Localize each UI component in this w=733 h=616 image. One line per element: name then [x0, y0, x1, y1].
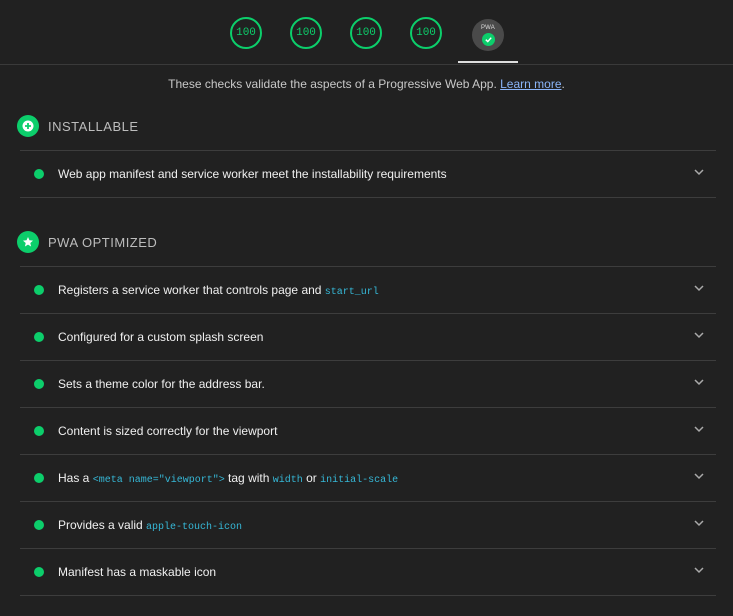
- chevron-down-icon: [694, 332, 704, 339]
- pass-indicator: [34, 285, 44, 295]
- audit-apple-touch-icon[interactable]: Provides a valid apple-touch-icon: [20, 501, 716, 548]
- pwa-badge-label: PWA: [480, 24, 496, 31]
- audit-viewport[interactable]: Has a <meta name="viewport"> tag with wi…: [20, 454, 716, 501]
- chevron-down-icon: [694, 169, 704, 176]
- audit-code: <meta name="viewport">: [92, 474, 225, 486]
- audit-title: Manifest has a maskable icon: [58, 565, 217, 579]
- audit-title: Content is sized correctly for the viewp…: [58, 424, 278, 438]
- audit-title: Registers a service worker that controls…: [58, 283, 379, 298]
- chevron-down-icon: [694, 379, 704, 386]
- pwa-badge[interactable]: PWA: [472, 19, 504, 51]
- category-description: These checks validate the aspects of a P…: [0, 77, 733, 91]
- description-text: These checks validate the aspects of a P…: [168, 77, 501, 91]
- chevron-down-icon: [694, 426, 704, 433]
- learn-more-link[interactable]: Learn more: [500, 77, 561, 91]
- audit-title: Provides a valid apple-touch-icon: [58, 518, 242, 533]
- best-practices-gauge[interactable]: 100: [350, 17, 382, 49]
- chevron-down-icon: [694, 567, 704, 574]
- plus-icon: [17, 115, 39, 137]
- audit-maskable-icon[interactable]: Manifest has a maskable icon: [20, 548, 716, 596]
- pass-indicator: [34, 169, 44, 179]
- audit-text: Provides a valid: [58, 517, 147, 532]
- installable-title: INSTALLABLE: [48, 118, 139, 134]
- audit-service-worker[interactable]: Registers a service worker that controls…: [20, 266, 716, 313]
- installable-audits: Web app manifest and service worker meet…: [20, 150, 716, 198]
- check-icon: [481, 32, 495, 46]
- description-period: .: [561, 77, 565, 91]
- audit-title: Web app manifest and service worker meet…: [58, 167, 447, 181]
- chevron-down-icon: [694, 473, 704, 480]
- audit-code: initial-scale: [320, 474, 399, 486]
- audit-title: Configured for a custom splash screen: [58, 330, 264, 344]
- pass-indicator: [34, 520, 44, 530]
- pwa-optimized-group-header: PWA OPTIMIZED: [17, 231, 157, 253]
- audit-installable-manifest[interactable]: Web app manifest and service worker meet…: [20, 150, 716, 198]
- category-gauges-bar: 100 100 100 100 PWA: [0, 0, 733, 65]
- installable-group-header: INSTALLABLE: [17, 115, 139, 137]
- audit-title: Has a <meta name="viewport"> tag with wi…: [58, 471, 398, 486]
- audit-code: start_url: [324, 286, 379, 298]
- audit-theme-color[interactable]: Sets a theme color for the address bar.: [20, 360, 716, 407]
- chevron-down-icon: [694, 520, 704, 527]
- active-tab-indicator: [458, 61, 518, 63]
- accessibility-gauge[interactable]: 100: [290, 17, 322, 49]
- pass-indicator: [34, 473, 44, 483]
- audit-text: Registers a service worker that controls…: [58, 282, 325, 297]
- audit-text: or: [302, 470, 321, 485]
- seo-gauge[interactable]: 100: [410, 17, 442, 49]
- audit-text: tag with: [224, 470, 273, 485]
- audit-text: Has a: [58, 470, 93, 485]
- pass-indicator: [34, 332, 44, 342]
- chevron-down-icon: [694, 285, 704, 292]
- audit-splash-screen[interactable]: Configured for a custom splash screen: [20, 313, 716, 360]
- pwa-optimized-audits: Registers a service worker that controls…: [20, 266, 716, 596]
- audit-code: width: [272, 474, 303, 486]
- performance-gauge[interactable]: 100: [230, 17, 262, 49]
- pass-indicator: [34, 379, 44, 389]
- audit-title: Sets a theme color for the address bar.: [58, 377, 265, 391]
- audit-code: apple-touch-icon: [146, 521, 243, 533]
- pwa-optimized-title: PWA OPTIMIZED: [48, 234, 158, 250]
- pass-indicator: [34, 567, 44, 577]
- gauges-row: 100 100 100 100: [230, 17, 442, 49]
- audit-content-width[interactable]: Content is sized correctly for the viewp…: [20, 407, 716, 454]
- star-icon: [17, 231, 39, 253]
- pass-indicator: [34, 426, 44, 436]
